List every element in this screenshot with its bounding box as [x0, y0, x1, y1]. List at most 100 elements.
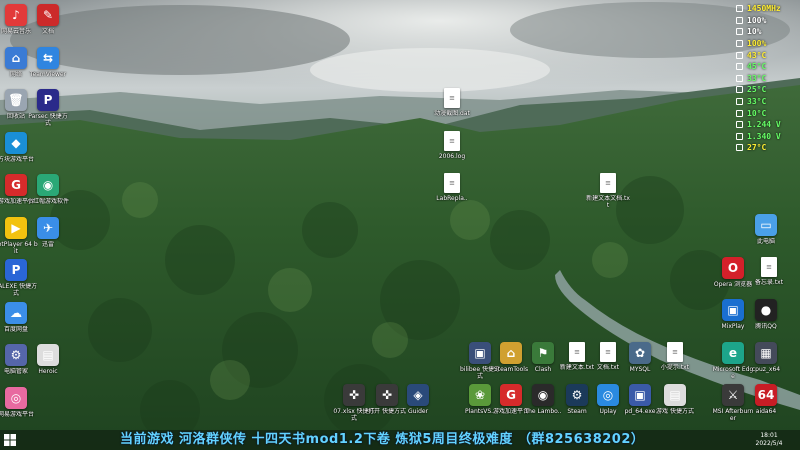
app-icon: P: [5, 259, 27, 281]
desktop-icon-b-4[interactable]: ✿ MYSQL: [618, 342, 662, 373]
file-icon: ≡: [444, 173, 460, 193]
app-icon: ◈: [407, 384, 429, 406]
monitor-value: 33°C: [747, 97, 767, 107]
desktop-icon-label: 2006.log: [438, 153, 466, 160]
app-icon: ✎: [37, 4, 59, 26]
desktop-icon-label: 新建文本文档.txt: [586, 195, 630, 209]
app-icon: 🗑: [5, 89, 27, 111]
desktop-icon-label: cpuz_x64: [751, 366, 781, 373]
desktop-icon-file-2[interactable]: ≡ 2006.log: [430, 131, 474, 160]
desktop-icon-label: MYSQL: [629, 366, 651, 373]
monitor-row: 1.244 V: [736, 119, 796, 131]
desktop-icon-icon-12[interactable]: ⇆ TeamViewer: [26, 46, 70, 78]
desktop-icon-icon-8[interactable]: ☁ 百度网盘: [0, 301, 38, 333]
desktop-icon-b-14[interactable]: ▤ 游戏 快捷方式: [653, 384, 697, 415]
app-icon: ⚙: [5, 344, 27, 366]
sensor-icon: [736, 98, 743, 106]
taskbar-clock[interactable]: 18:01 2022/5/4: [744, 432, 794, 448]
monitor-row: 45°C: [736, 61, 796, 73]
desktop-icon-icon-16[interactable]: ▤ Heroic: [26, 344, 70, 375]
file-icon: ≡: [444, 131, 460, 151]
clock-time: 18:01: [760, 432, 778, 439]
app-icon: O: [722, 257, 744, 279]
app-icon: ●: [755, 299, 777, 321]
app-icon: ✈: [37, 216, 59, 239]
desktop-icon-label: 文档: [41, 28, 54, 35]
sensor-icon: [736, 121, 743, 129]
desktop-icon-label: Opera 浏览器: [713, 281, 753, 288]
file-icon: ≡: [444, 88, 460, 108]
monitor-value: 10%: [747, 27, 762, 37]
desktop-icon-icon-13[interactable]: P Parsec 快捷方式: [26, 89, 70, 127]
app-icon: ◉: [532, 384, 554, 406]
desktop-icon-label: 迅雷: [41, 240, 54, 248]
desktop-icon-r-6[interactable]: ▦ cpuz_x64: [744, 342, 788, 373]
desktop-icon-icon-7[interactable]: P PALEXE 快捷方式: [0, 259, 38, 297]
app-icon: ▣: [469, 342, 491, 364]
monitor-value: 33°C: [747, 73, 767, 83]
desktop-icon-label: 游戏 快捷方式: [656, 408, 694, 415]
desktop-icon-label: 小红帽游戏软件: [26, 198, 69, 205]
sensor-icon: [736, 63, 743, 71]
desktop-icon-label: aida64: [755, 408, 777, 415]
desktop-icon-label: Parsec 快捷方式: [28, 113, 68, 127]
app-icon: ▤: [664, 384, 686, 406]
app-icon: ⚔: [722, 384, 744, 406]
desktop-icon-r-8[interactable]: 64 aida64: [744, 384, 788, 415]
desktop-icon-icon-4[interactable]: ◆ 方块游戏平台: [0, 131, 38, 163]
desktop-icon-label: PALEXE 快捷方式: [0, 283, 38, 297]
file-icon: ≡: [569, 342, 585, 362]
app-icon: ❀: [469, 384, 491, 406]
desktop-icon-label: 腾讯QQ: [755, 323, 777, 330]
desktop-icon-icon-10[interactable]: ◎ 网易游戏平台: [0, 386, 38, 418]
app-icon: e: [722, 342, 744, 364]
desktop[interactable]: ♪网易云音乐⌂网络🗑回收站◆方块游戏平台G游戏加速平台▶PotPlayer 64…: [0, 0, 800, 450]
monitor-value: 1.244 V: [747, 120, 781, 130]
desktop-icon-icon-11[interactable]: ✎ 文档: [26, 4, 70, 35]
wallpaper-landscape: [0, 0, 800, 450]
monitor-row: 1.340 V: [736, 131, 796, 143]
desktop-icon-b-3[interactable]: ⚑ Clash: [521, 342, 565, 373]
desktop-icon-label: 方块游戏平台: [0, 155, 34, 163]
desktop-icon-label: Guider: [407, 408, 429, 415]
monitor-value: 45°C: [747, 62, 767, 72]
desktop-icon-r-1[interactable]: ▭ 此电脑: [744, 214, 788, 245]
desktop-icon-label: Heroic: [38, 368, 58, 375]
app-icon: ☁: [5, 301, 27, 324]
sensor-icon: [736, 40, 743, 48]
desktop-icon-file-3[interactable]: ≡ LabRepla..: [430, 173, 474, 202]
desktop-icon-b-7[interactable]: ◈ Guider: [396, 384, 440, 415]
desktop-icon-file-4[interactable]: ≡ 新建文本文档.txt: [586, 173, 630, 209]
sensor-icon: [736, 5, 743, 13]
monitor-row: 33°C: [736, 96, 796, 108]
monitor-row: 100%: [736, 38, 796, 50]
sensor-icon: [736, 74, 743, 82]
hardware-monitor-overlay: 1450MHz 100% 10% 100% 43°C 45°C 33°C 25°C 33°C 10…: [736, 3, 796, 154]
app-icon: ▤: [37, 344, 59, 366]
monitor-row: 10°C: [736, 107, 796, 119]
app-icon: ♪: [5, 4, 27, 26]
app-icon: P: [37, 89, 59, 111]
desktop-icon-icon-15[interactable]: ✈ 迅雷: [26, 216, 70, 248]
desktop-icon-label: LabRepla..: [436, 195, 468, 202]
desktop-icon-file-1[interactable]: ≡ 动漫截图.dat: [430, 88, 474, 117]
sensor-icon: [736, 132, 743, 140]
monitor-row: 27°C: [736, 142, 796, 154]
desktop-icon-label: 动漫截图.dat: [434, 110, 470, 117]
desktop-icon-label: TeamViewer: [29, 70, 67, 78]
windows-start-icon[interactable]: [4, 434, 16, 446]
desktop-icon-label: 百度网盘: [3, 325, 28, 333]
desktop-icon-r-2[interactable]: O Opera 浏览器: [711, 257, 755, 288]
app-icon: ⌂: [500, 342, 522, 364]
app-icon: ▣: [629, 384, 651, 406]
desktop-icon-icon-14[interactable]: ◉ 小红帽游戏软件: [26, 174, 70, 205]
monitor-value: 1450MHz: [747, 4, 781, 14]
monitor-row: 100%: [736, 15, 796, 27]
app-icon: ✜: [343, 384, 365, 406]
file-icon: ≡: [667, 342, 683, 362]
monitor-row: 33°C: [736, 73, 796, 85]
sensor-icon: [736, 86, 743, 94]
app-icon: ◉: [37, 174, 59, 196]
app-icon: G: [500, 384, 522, 406]
desktop-icon-r-4[interactable]: ● 腾讯QQ: [744, 299, 788, 330]
